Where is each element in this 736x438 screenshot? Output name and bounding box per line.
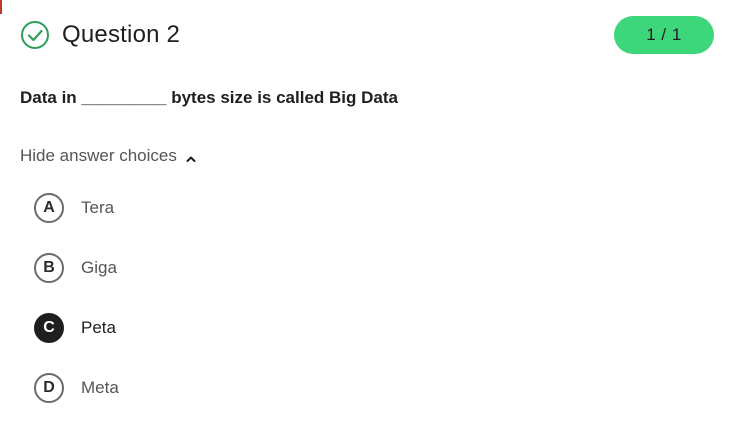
question-header: Question 2 1 / 1 (20, 16, 714, 54)
choice-letter-badge-selected: C (34, 313, 64, 343)
corner-mark (0, 0, 2, 14)
choice-label: Peta (81, 318, 116, 337)
answer-choice-b[interactable]: B Giga (34, 252, 119, 284)
toggle-label: Hide answer choices (20, 146, 177, 165)
chevron-up-icon (185, 150, 197, 162)
choice-label: Meta (81, 378, 119, 397)
hide-answer-choices-toggle[interactable]: Hide answer choices (20, 146, 197, 166)
question-text: Data in _________ bytes size is called B… (20, 88, 398, 107)
quiz-question-page: Question 2 1 / 1 Data in _________ bytes… (0, 0, 736, 438)
answer-choices: A Tera B Giga C Peta D Meta (34, 192, 119, 432)
choice-label: Giga (81, 258, 117, 277)
check-circle-icon (20, 20, 50, 50)
answer-choice-a[interactable]: A Tera (34, 192, 119, 224)
answer-choice-d[interactable]: D Meta (34, 372, 119, 404)
choice-letter-badge: D (34, 373, 64, 403)
choice-letter-badge: B (34, 253, 64, 283)
choice-label: Tera (81, 198, 115, 217)
choice-letter-badge: A (34, 193, 64, 223)
question-title: Question 2 (62, 21, 181, 48)
score-badge: 1 / 1 (614, 16, 714, 54)
answer-choice-c[interactable]: C Peta (34, 312, 119, 344)
mouse-cursor-icon (719, 432, 725, 438)
